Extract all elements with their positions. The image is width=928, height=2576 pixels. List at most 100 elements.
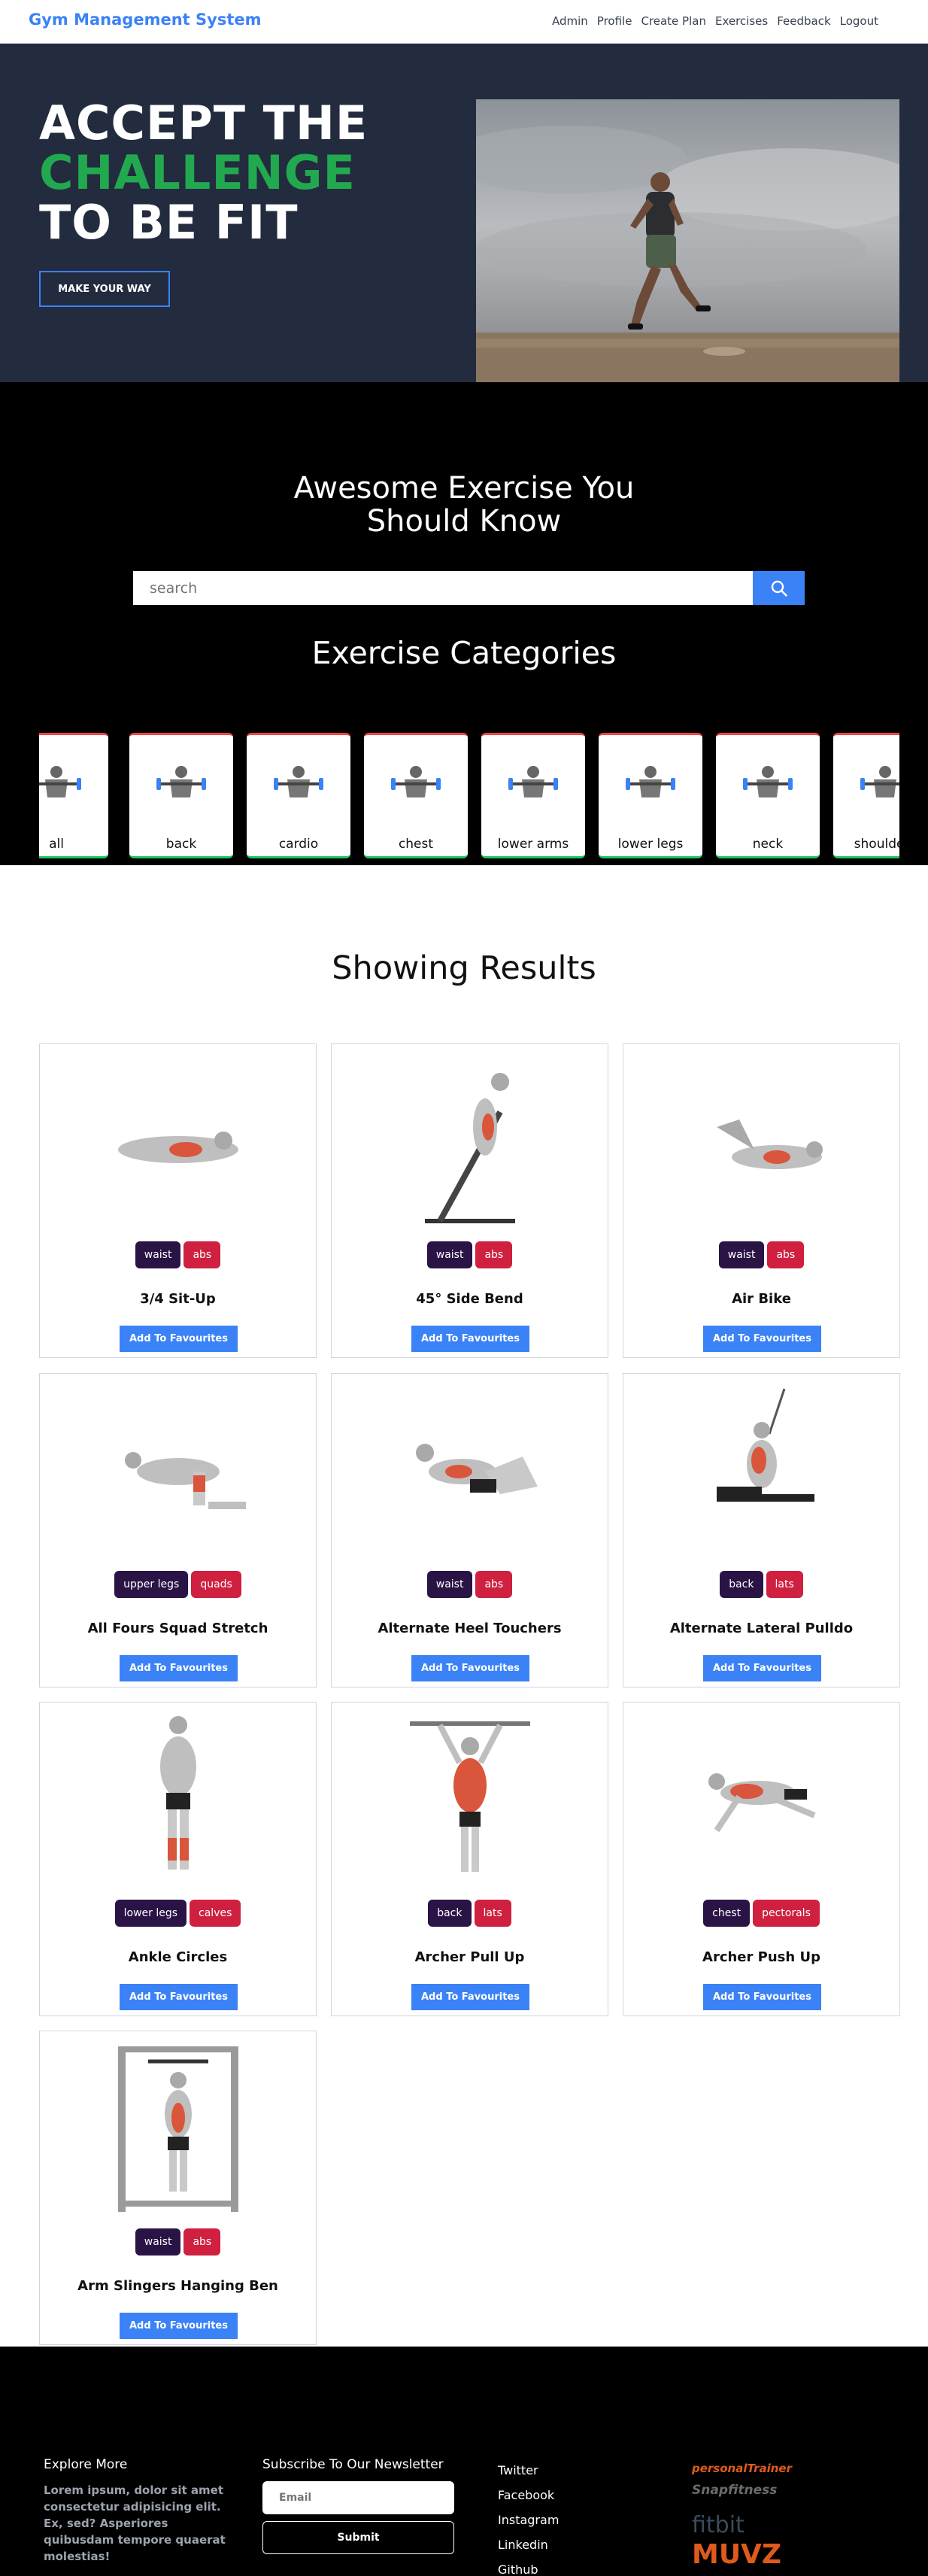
nav-link-admin[interactable]: Admin xyxy=(552,14,588,28)
target-muscle-tag: pectorals xyxy=(753,1900,820,1927)
search-input[interactable] xyxy=(133,571,753,605)
add-to-favourites-button[interactable]: Add To Favourites xyxy=(120,1655,238,1681)
footer-link-github[interactable]: Github xyxy=(498,2557,559,2576)
add-to-favourites-button[interactable]: Add To Favourites xyxy=(703,1984,821,2010)
footer-link-facebook[interactable]: Facebook xyxy=(498,2483,559,2508)
categories-title: Exercise Categories xyxy=(311,635,617,671)
footer-social-links: Twitter Facebook Instagram Linkedin Gith… xyxy=(498,2458,559,2576)
exercise-name: Archer Pull Up xyxy=(414,1949,525,1965)
navbar: Gym Management System Admin Profile Crea… xyxy=(0,0,928,44)
hero-heading-line-2: CHALLENGE xyxy=(39,145,356,200)
target-muscle-tag: abs xyxy=(183,1241,221,1268)
footer-explore-title: Explore More xyxy=(44,2457,128,2472)
partner-logo-personaltrainer: personalTrainer xyxy=(692,2462,792,2475)
exercise-card: back lats Alternate Lateral Pulldo Add T… xyxy=(623,1373,900,1687)
tag-group: lower legs calves xyxy=(40,1900,316,1927)
nav-link-profile[interactable]: Profile xyxy=(597,14,632,28)
search-icon xyxy=(771,580,787,597)
add-to-favourites-button[interactable]: Add To Favourites xyxy=(120,1326,238,1352)
partner-logo-fitbit: fitbit xyxy=(692,2512,745,2538)
make-your-way-button[interactable]: MAKE YOUR WAY xyxy=(39,271,170,307)
exercise-name: All Fours Squad Stretch xyxy=(87,1621,268,1636)
target-muscle-tag: lats xyxy=(474,1900,511,1927)
hero-runner-image xyxy=(476,99,899,382)
category-card-shoulders[interactable]: shoulders xyxy=(833,733,899,858)
category-card-neck[interactable]: neck xyxy=(716,733,820,858)
search-button[interactable] xyxy=(753,571,805,605)
category-card-lower-arms[interactable]: lower arms xyxy=(481,733,585,858)
category-carousel[interactable]: all back cardio chest lower arms lower l… xyxy=(39,727,899,858)
exercise-title-line-1: Awesome Exercise You xyxy=(293,471,635,506)
exercise-illustration xyxy=(708,1773,816,1833)
body-part-tag: upper legs xyxy=(114,1571,189,1598)
gym-icon xyxy=(626,766,675,797)
target-muscle-tag: abs xyxy=(475,1571,513,1598)
add-to-favourites-button[interactable]: Add To Favourites xyxy=(411,1984,529,2010)
body-part-tag: waist xyxy=(426,1571,473,1598)
nav-links: Admin Profile Create Plan Exercises Feed… xyxy=(552,14,878,28)
nav-link-logout[interactable]: Logout xyxy=(840,14,878,28)
category-label: lower arms xyxy=(497,837,569,852)
newsletter-submit-button[interactable]: Submit xyxy=(262,2521,454,2554)
category-label: cardio xyxy=(278,837,319,852)
gym-icon xyxy=(860,766,899,797)
category-label: lower legs xyxy=(617,837,684,852)
exercise-illustration xyxy=(160,1716,196,1870)
add-to-favourites-button[interactable]: Add To Favourites xyxy=(411,1326,529,1352)
tag-group: waist abs xyxy=(332,1241,608,1268)
nav-link-feedback[interactable]: Feedback xyxy=(777,14,830,28)
hero-section: ACCEPT THE CHALLENGE TO BE FIT MAKE YOUR… xyxy=(0,44,928,382)
body-part-tag: lower legs xyxy=(114,1900,187,1927)
exercise-card: waist abs Arm Slingers Hanging Ben Add T… xyxy=(39,2031,317,2345)
footer-link-twitter[interactable]: Twitter xyxy=(498,2458,559,2483)
exercise-illustration xyxy=(125,1452,246,1509)
category-card-cardio[interactable]: cardio xyxy=(247,733,350,858)
footer-newsletter-title: Subscribe To Our Newsletter xyxy=(262,2457,444,2472)
nav-link-exercises[interactable]: Exercises xyxy=(715,14,768,28)
gym-icon xyxy=(391,766,441,797)
footer-link-instagram[interactable]: Instagram xyxy=(498,2508,559,2532)
exercise-section: Awesome Exercise You Should Know Exercis… xyxy=(0,382,928,865)
category-label: neck xyxy=(752,837,784,852)
category-card-all[interactable]: all xyxy=(39,733,108,858)
gym-icon xyxy=(743,766,793,797)
tag-group: chest pectorals xyxy=(623,1900,899,1927)
exercise-illustration xyxy=(410,1721,530,1872)
target-muscle-tag: lats xyxy=(766,1571,803,1598)
category-card-back[interactable]: back xyxy=(129,733,233,858)
exercise-title-line-2: Should Know xyxy=(366,504,562,539)
tag-group: waist abs xyxy=(332,1571,608,1598)
exercise-illustration xyxy=(118,2046,238,2212)
add-to-favourites-button[interactable]: Add To Favourites xyxy=(120,2313,238,2339)
add-to-favourites-button[interactable]: Add To Favourites xyxy=(703,1326,821,1352)
tag-group: waist abs xyxy=(40,1241,316,1268)
add-to-favourites-button[interactable]: Add To Favourites xyxy=(411,1655,529,1681)
hero-heading-line-1: ACCEPT THE xyxy=(39,96,368,150)
body-part-tag: waist xyxy=(426,1241,473,1268)
category-label: shoulders xyxy=(854,837,899,852)
target-muscle-tag: quads xyxy=(191,1571,241,1598)
category-card-chest[interactable]: chest xyxy=(364,733,468,858)
category-card-lower-legs[interactable]: lower legs xyxy=(599,733,702,858)
body-part-tag: waist xyxy=(135,1241,181,1268)
brand-logo[interactable]: Gym Management System xyxy=(29,11,261,29)
add-to-favourites-button[interactable]: Add To Favourites xyxy=(703,1655,821,1681)
add-to-favourites-button[interactable]: Add To Favourites xyxy=(120,1984,238,2010)
exercise-name: 3/4 Sit-Up xyxy=(140,1291,216,1307)
tag-group: back lats xyxy=(332,1900,608,1927)
footer-link-linkedin[interactable]: Linkedin xyxy=(498,2532,559,2557)
gym-icon xyxy=(508,766,558,797)
exercise-illustration xyxy=(425,1073,515,1223)
tag-group: back lats xyxy=(623,1571,899,1598)
exercise-card: upper legs quads All Fours Squad Stretch… xyxy=(39,1373,317,1687)
body-part-tag: waist xyxy=(718,1241,765,1268)
nav-link-create-plan[interactable]: Create Plan xyxy=(641,14,706,28)
exercise-name: Alternate Lateral Pulldo xyxy=(669,1621,854,1636)
body-part-tag: chest xyxy=(703,1900,751,1927)
exercise-card: waist abs 3/4 Sit-Up Add To Favourites xyxy=(39,1043,317,1358)
category-label: all xyxy=(49,837,64,852)
exercise-name: 45° Side Bend xyxy=(416,1291,523,1307)
gym-icon xyxy=(274,766,323,797)
target-muscle-tag: calves xyxy=(190,1900,241,1927)
newsletter-email-input[interactable] xyxy=(262,2481,454,2514)
